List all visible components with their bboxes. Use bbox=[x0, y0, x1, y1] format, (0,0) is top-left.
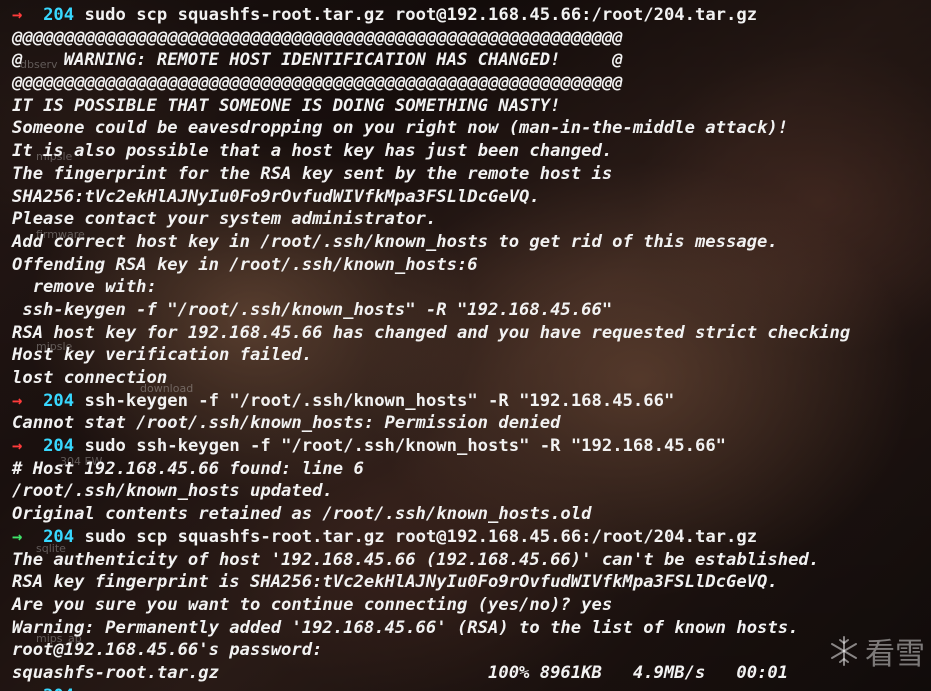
output-text: Please contact your system administrator… bbox=[12, 209, 437, 230]
output-text: SHA256:tVc2ekHlAJNyIu0Fo9rOvfudWIVfkMpa3… bbox=[12, 186, 540, 207]
output-line: Someone could be eavesdropping on you ri… bbox=[12, 117, 931, 140]
output-text: @@@@@@@@@@@@@@@@@@@@@@@@@@@@@@@@@@@@@@@@… bbox=[12, 73, 623, 94]
output-text: remove with: bbox=[12, 277, 157, 298]
output-line: /root/.ssh/known_hosts updated. bbox=[12, 480, 931, 503]
command-text: sudo scp squashfs-root.tar.gz root@192.1… bbox=[84, 526, 758, 547]
output-line: It is also possible that a host key has … bbox=[12, 140, 931, 163]
output-text: @@@@@@@@@@@@@@@@@@@@@@@@@@@@@@@@@@@@@@@@… bbox=[12, 27, 623, 48]
output-text: Cannot stat /root/.ssh/known_hosts: Perm… bbox=[12, 413, 561, 434]
output-line: Offending RSA key in /root/.ssh/known_ho… bbox=[12, 254, 931, 277]
output-line: Original contents retained as /root/.ssh… bbox=[12, 503, 931, 526]
terminal-window[interactable]: dbserv mipsle firmware mipsle download 3… bbox=[0, 0, 931, 691]
output-line: Add correct host key in /root/.ssh/known… bbox=[12, 231, 931, 254]
output-line: # Host 192.168.45.66 found: line 6 bbox=[12, 458, 931, 481]
output-line: remove with: bbox=[12, 276, 931, 299]
output-text: @ WARNING: REMOTE HOST IDENTIFICATION HA… bbox=[12, 50, 623, 71]
prompt-directory: 204 bbox=[43, 526, 75, 547]
output-text: It is also possible that a host key has … bbox=[12, 141, 613, 162]
snowflake-icon bbox=[831, 636, 857, 666]
terminal-output[interactable]: → 204 sudo scp squashfs-root.tar.gz root… bbox=[12, 4, 931, 691]
prompt-line: → 204 sudo scp squashfs-root.tar.gz root… bbox=[12, 526, 931, 549]
prompt-arrow-icon: → bbox=[12, 686, 22, 691]
prompt-arrow-icon: → bbox=[12, 390, 23, 411]
command-text: ssh-keygen -f "/root/.ssh/known_hosts" -… bbox=[84, 390, 675, 411]
output-line: Cannot stat /root/.ssh/known_hosts: Perm… bbox=[12, 412, 931, 435]
prompt-arrow-icon: → bbox=[12, 436, 23, 457]
output-text: The authenticity of host '192.168.45.66 … bbox=[12, 549, 820, 570]
output-text: IT IS POSSIBLE THAT SOMEONE IS DOING SOM… bbox=[12, 95, 561, 116]
output-line: RSA host key for 192.168.45.66 has chang… bbox=[12, 322, 931, 345]
output-text: squashfs-root.tar.gz 100% 8961KB 4.9MB/s… bbox=[12, 662, 789, 683]
output-text: # Host 192.168.45.66 found: line 6 bbox=[12, 458, 364, 479]
prompt-directory: 204 bbox=[43, 436, 75, 457]
output-line: @@@@@@@@@@@@@@@@@@@@@@@@@@@@@@@@@@@@@@@@… bbox=[12, 72, 931, 95]
output-text: Add correct host key in /root/.ssh/known… bbox=[12, 231, 778, 252]
prompt-arrow-icon: → bbox=[12, 5, 23, 25]
output-line: The authenticity of host '192.168.45.66 … bbox=[12, 549, 931, 572]
prompt-line: → 204 ssh-keygen -f "/root/.ssh/known_ho… bbox=[12, 390, 931, 413]
output-text: lost connection bbox=[12, 368, 168, 388]
prompt-directory: 204 bbox=[43, 686, 74, 691]
watermark: 看雪 bbox=[827, 629, 925, 673]
output-line: @ WARNING: REMOTE HOST IDENTIFICATION HA… bbox=[12, 49, 931, 72]
output-line: Please contact your system administrator… bbox=[12, 208, 931, 231]
output-text: Offending RSA key in /root/.ssh/known_ho… bbox=[12, 254, 478, 275]
output-line: Warning: Permanently added '192.168.45.6… bbox=[12, 617, 931, 640]
command-text: sudo scp squashfs-root.tar.gz root@192.1… bbox=[84, 5, 758, 25]
output-text: Someone could be eavesdropping on you ri… bbox=[12, 118, 789, 139]
output-line: ssh-keygen -f "/root/.ssh/known_hosts" -… bbox=[12, 299, 931, 322]
output-text: root@192.168.45.66's password: bbox=[12, 640, 323, 661]
output-line: The fingerprint for the RSA key sent by … bbox=[12, 163, 931, 186]
prompt-arrow-icon: → bbox=[12, 526, 23, 547]
prompt-line: → 204 sudo ssh-keygen -f "/root/.ssh/kno… bbox=[12, 435, 931, 458]
output-text: The fingerprint for the RSA key sent by … bbox=[12, 163, 613, 184]
output-line: Are you sure you want to continue connec… bbox=[12, 594, 931, 617]
output-line: root@192.168.45.66's password: bbox=[12, 639, 931, 662]
prompt-line: → 204 bbox=[12, 685, 931, 691]
output-text: RSA host key for 192.168.45.66 has chang… bbox=[12, 322, 851, 343]
output-line: IT IS POSSIBLE THAT SOMEONE IS DOING SOM… bbox=[12, 95, 931, 118]
output-line: Host key verification failed. bbox=[12, 344, 931, 367]
watermark-text: 看雪 bbox=[865, 637, 925, 672]
output-text: Host key verification failed. bbox=[12, 345, 313, 366]
output-line: @@@@@@@@@@@@@@@@@@@@@@@@@@@@@@@@@@@@@@@@… bbox=[12, 27, 931, 50]
output-line: lost connection bbox=[12, 367, 931, 390]
output-line: RSA key fingerprint is SHA256:tVc2ekHlAJ… bbox=[12, 571, 931, 594]
output-line: squashfs-root.tar.gz 100% 8961KB 4.9MB/s… bbox=[12, 662, 931, 685]
output-text: Original contents retained as /root/.ssh… bbox=[12, 504, 592, 525]
prompt-line: → 204 sudo scp squashfs-root.tar.gz root… bbox=[12, 4, 931, 27]
prompt-directory: 204 bbox=[43, 390, 75, 411]
output-text: RSA key fingerprint is SHA256:tVc2ekHlAJ… bbox=[12, 572, 778, 593]
output-text: Are you sure you want to continue connec… bbox=[12, 594, 613, 615]
command-text: sudo ssh-keygen -f "/root/.ssh/known_hos… bbox=[84, 436, 727, 457]
prompt-directory: 204 bbox=[43, 5, 75, 25]
output-text: Warning: Permanently added '192.168.45.6… bbox=[12, 617, 799, 638]
output-text: ssh-keygen -f "/root/.ssh/known_hosts" -… bbox=[12, 299, 613, 320]
output-line: SHA256:tVc2ekHlAJNyIu0Fo9rOvfudWIVfkMpa3… bbox=[12, 186, 931, 209]
output-text: /root/.ssh/known_hosts updated. bbox=[12, 481, 333, 502]
